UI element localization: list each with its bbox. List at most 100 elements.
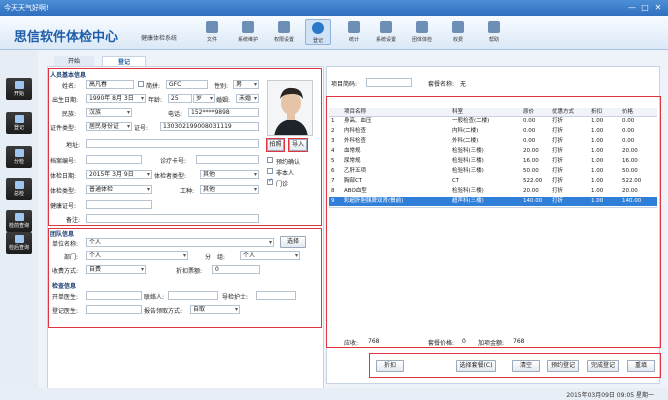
exam-kind-select[interactable]: 其他 xyxy=(200,170,259,179)
table-row[interactable]: 1 身高、血压 一般检查(二楼) 0.00 打折 1.00 0.00 xyxy=(329,117,657,126)
exam-type-select[interactable]: 普通体检 xyxy=(86,185,152,194)
person-photo-image xyxy=(268,81,312,135)
appointment-register-button[interactable]: 预约登记 xyxy=(547,360,579,372)
cell-discount-type: 打折 xyxy=(552,178,564,184)
outpatient-checkbox[interactable]: ✓ xyxy=(267,177,273,185)
cell-discount-type: 打折 xyxy=(552,188,564,194)
table-row[interactable]: 4 血常规 检验科(三楼) 20.00 打折 1.00 20.00 xyxy=(329,147,657,156)
age-label: 年龄: xyxy=(148,97,163,104)
table-divider xyxy=(329,207,657,208)
contact-field[interactable] xyxy=(168,291,218,300)
file-number-field[interactable] xyxy=(86,155,142,164)
subgroup-select[interactable]: 个人 xyxy=(240,251,300,260)
idno-field[interactable]: 130302199008031119 xyxy=(160,122,259,131)
gender-select[interactable]: 男 xyxy=(233,80,259,89)
birth-date-picker[interactable]: 1990年 8月 3日 xyxy=(86,94,146,103)
permission-icon xyxy=(278,21,290,33)
clear-button[interactable]: 清空 xyxy=(512,360,540,372)
package-label: 套餐名称: xyxy=(428,81,455,88)
toolbar-maintenance[interactable]: 系统维护 xyxy=(235,19,261,43)
ethnic-select[interactable]: 汉族 xyxy=(86,108,132,117)
address-field[interactable] xyxy=(86,139,259,148)
pay-label: 收费方式: xyxy=(52,268,79,275)
appointment-checkbox[interactable] xyxy=(267,157,273,163)
sidebar-item-subcheck[interactable]: 分检 xyxy=(6,146,32,168)
health-cert-field[interactable] xyxy=(86,200,152,209)
table-row[interactable]: 5 尿常规 检验科(三楼) 16.00 打折 1.00 16.00 xyxy=(329,157,657,166)
table-row[interactable]: 7 胸部CT CT 522.00 打折 1.00 522.00 xyxy=(329,177,657,186)
not-self-checkbox[interactable] xyxy=(267,168,273,174)
app-header: 思信软件体检中心 健康体检系统 文件 系统维护 权限设置 登记 统计 系统设置 … xyxy=(0,16,668,50)
toolbar-charge[interactable]: 收费 xyxy=(445,19,471,43)
reset-button[interactable]: 重填 xyxy=(627,360,655,372)
doctor-label: 开单医生: xyxy=(52,294,79,301)
toolbar-help[interactable]: 帮助 xyxy=(481,19,507,43)
item-code-field[interactable] xyxy=(366,78,412,87)
doctor-field[interactable] xyxy=(86,291,142,300)
reg-doctor-field[interactable] xyxy=(86,305,142,314)
unit-select-button[interactable]: 选择 xyxy=(280,236,306,248)
ethnic-label: 民族: xyxy=(62,111,77,118)
name-field[interactable]: 高凡春 xyxy=(86,80,134,89)
col-header-discount-type: 优惠方式 xyxy=(552,109,575,115)
sidebar-item-start[interactable]: 开始 xyxy=(6,78,32,100)
name-label: 姓名: xyxy=(62,83,77,90)
table-row[interactable]: 6 乙肝五项 检验科(三楼) 50.00 打折 1.00 50.00 xyxy=(329,167,657,176)
check-info-title: 检查信息 xyxy=(52,283,77,290)
complete-register-button[interactable]: 完成登记 xyxy=(587,360,619,372)
toolbar-register[interactable]: 登记 xyxy=(305,19,331,45)
sidebar-item-register[interactable]: 登记 xyxy=(6,112,32,134)
pinyin-checkbox[interactable] xyxy=(138,81,144,87)
health-cert-label: 健康证号: xyxy=(50,203,77,210)
cell-discount: 1.00 xyxy=(591,138,604,144)
note-field[interactable] xyxy=(86,214,259,223)
dept-select[interactable]: 个人 xyxy=(86,251,188,260)
minimize-button[interactable]: — xyxy=(626,2,638,13)
table-row[interactable]: 8 ABO血型 检验科(三楼) 20.00 打折 1.00 20.00 xyxy=(329,187,657,196)
toolbar-permission[interactable]: 权限设置 xyxy=(271,19,297,43)
table-row[interactable]: 2 内科检查 内科(二楼) 0.00 打折 1.00 0.00 xyxy=(329,127,657,136)
nurse-field[interactable] xyxy=(256,291,296,300)
cell-discount-type: 打折 xyxy=(552,138,564,144)
maximize-button[interactable]: □ xyxy=(639,2,651,13)
unit-select[interactable]: 个人 xyxy=(86,238,274,247)
toolbar-file[interactable]: 文件 xyxy=(199,19,225,43)
discount-button[interactable]: 折扣 xyxy=(376,360,404,372)
cell-row-number: 8 xyxy=(331,188,335,194)
cell-discount-type: 打折 xyxy=(552,198,564,204)
cell-item: 彩超肝胆胰脾双肾(餐前) xyxy=(344,198,404,204)
select-package-button[interactable]: 选择套餐(C) xyxy=(456,360,496,372)
toolbar-statistics[interactable]: 统计 xyxy=(341,19,367,43)
sidebar-item-finalcheck[interactable]: 总检 xyxy=(6,178,32,200)
discount-field[interactable]: 0 xyxy=(212,265,260,274)
import-button[interactable]: 导入 xyxy=(289,139,307,151)
age-field[interactable]: 25 xyxy=(168,94,192,103)
cell-discount: 1.00 xyxy=(591,148,604,154)
exam-date-picker[interactable]: 2015年 3月 9日 xyxy=(86,170,152,179)
pinyin-field[interactable]: GFC xyxy=(166,80,208,89)
idtype-select[interactable]: 居民身份证 xyxy=(86,122,132,131)
sidebar-item-precheck-query[interactable]: 检前查询 xyxy=(6,210,32,232)
pay-method-select[interactable]: 自费 xyxy=(86,265,146,274)
unit-label: 单位名称: xyxy=(52,241,79,248)
table-row[interactable]: 9 彩超肝胆胰脾双肾(餐前) 超声科(三楼) 140.00 打折 1.00 140.00 xyxy=(329,197,657,206)
marital-label: 婚姻: xyxy=(216,97,231,104)
table-row[interactable]: 3 外科检查 外科(二楼) 0.00 打折 1.00 0.00 xyxy=(329,137,657,146)
sidebar-item-postcheck-query[interactable]: 检后查询 xyxy=(6,232,32,254)
phone-field[interactable]: 152****9898 xyxy=(188,108,259,117)
toolbar-settings[interactable]: 系统设置 xyxy=(373,19,399,43)
add-amount-value: 768 xyxy=(513,338,525,345)
dept-label: 部门: xyxy=(64,254,79,261)
photo-button[interactable]: 拍照 xyxy=(267,139,284,151)
age-unit-select[interactable]: 岁 xyxy=(193,94,215,103)
card-number-field[interactable] xyxy=(196,155,259,164)
close-button[interactable]: ✕ xyxy=(652,2,664,13)
marital-select[interactable]: 未婚 xyxy=(236,94,259,103)
personal-info-title: 人员基本信息 xyxy=(50,72,87,79)
job-select[interactable]: 其他 xyxy=(200,185,259,194)
cell-item: 身高、血压 xyxy=(344,118,372,124)
report-method-select[interactable]: 自取 xyxy=(190,305,240,314)
toolbar-group-checkup[interactable]: 团体体检 xyxy=(409,19,435,43)
cell-discount-type: 打折 xyxy=(552,168,564,174)
group-checkup-icon xyxy=(416,21,428,33)
